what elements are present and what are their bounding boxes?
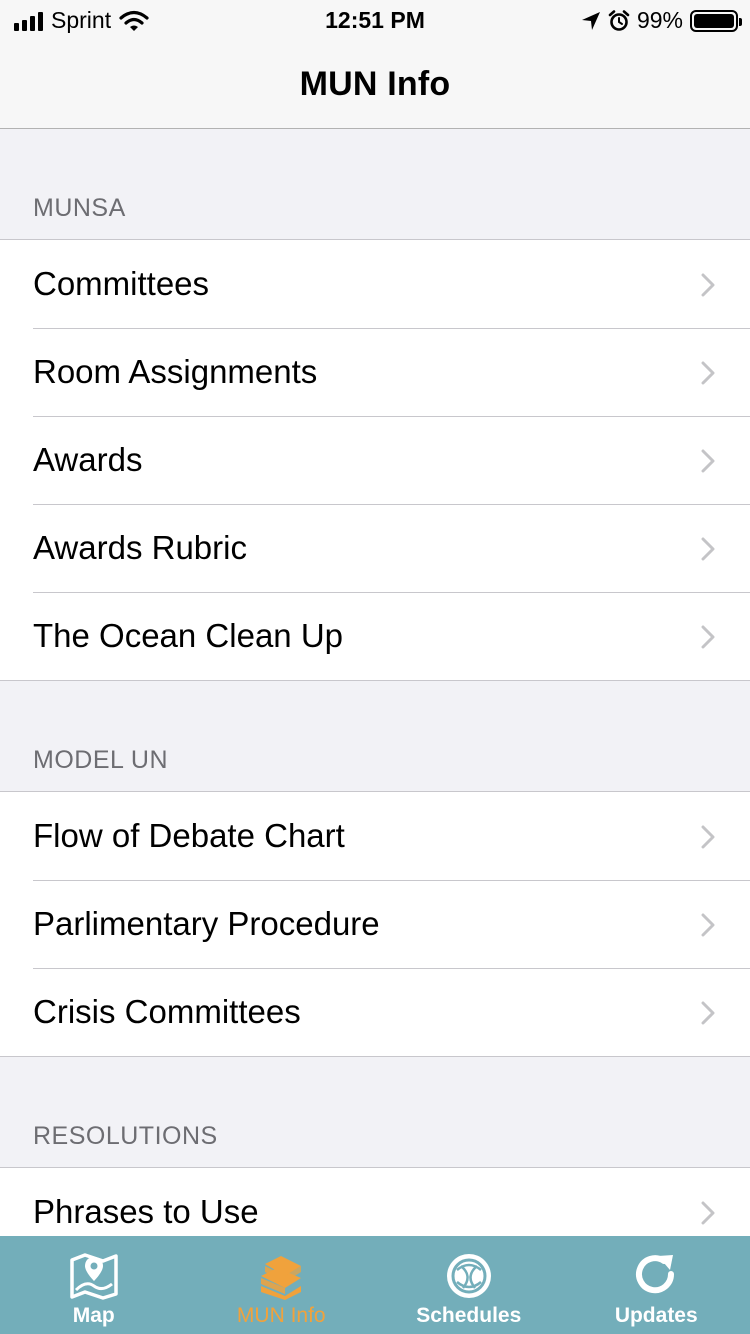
chevron-right-icon: [701, 1201, 715, 1225]
list-item-phrases-to-use[interactable]: Phrases to Use: [0, 1168, 750, 1236]
section-header-model-un: MODEL UN: [33, 746, 169, 774]
list-item-label: Phrases to Use: [33, 1193, 259, 1230]
chevron-right-icon: [701, 273, 715, 297]
tab-label: Map: [72, 1304, 115, 1327]
screen: Sprint 12:51 PM 99% MUN Info MUNSA Commi…: [0, 0, 750, 1334]
tab-updates[interactable]: Updates: [563, 1236, 750, 1334]
list-item-crisis-committees[interactable]: Crisis Committees: [0, 968, 750, 1056]
globe-emblem-icon: [446, 1254, 491, 1298]
section-header-resolutions: RESOLUTIONS: [33, 1122, 218, 1150]
list-item-parliamentary-procedure[interactable]: Parlimentary Procedure: [0, 880, 750, 968]
books-icon: [261, 1256, 302, 1300]
list-item-flow-of-debate-chart[interactable]: Flow of Debate Chart: [0, 792, 750, 880]
section-group-munsa: Committees Room Assignments Awards Award…: [0, 239, 750, 681]
navigation-bar: MUN Info: [0, 40, 750, 129]
list-item-label: Committees: [33, 265, 210, 302]
section-header-munsa: MUNSA: [33, 194, 126, 222]
list-item-awards[interactable]: Awards: [0, 416, 750, 504]
status-right: 99%: [581, 7, 742, 34]
list-item-ocean-clean-up[interactable]: The Ocean Clean Up: [0, 592, 750, 680]
page-title: MUN Info: [299, 64, 451, 103]
chevron-right-icon: [701, 449, 715, 473]
tab-bar: Map MUN Info Schedules Updates: [0, 1236, 750, 1334]
info-list[interactable]: MUNSA Committees Room Assignments Awards…: [0, 129, 750, 1236]
section-group-model-un: Flow of Debate Chart Parlimentary Proced…: [0, 791, 750, 1057]
tab-schedules[interactable]: Schedules: [375, 1236, 563, 1334]
list-item-label: Awards: [33, 441, 143, 478]
map-icon: [70, 1253, 118, 1300]
chevron-right-icon: [701, 625, 715, 649]
chevron-right-icon: [701, 1001, 715, 1025]
list-item-label: Parlimentary Procedure: [33, 905, 380, 942]
tab-label: Schedules: [416, 1304, 522, 1327]
alarm-icon: [608, 9, 630, 31]
list-item-committees[interactable]: Committees: [0, 240, 750, 328]
battery-icon: [690, 9, 742, 32]
location-arrow-icon: [581, 11, 600, 30]
list-item-label: The Ocean Clean Up: [33, 617, 344, 654]
tab-label: MUN Info: [236, 1304, 326, 1327]
list-item-awards-rubric[interactable]: Awards Rubric: [0, 504, 750, 592]
tab-label: Updates: [614, 1304, 698, 1327]
tab-map[interactable]: Map: [0, 1236, 188, 1334]
battery-percent: 99%: [636, 7, 683, 33]
tab-mun-info[interactable]: MUN Info: [188, 1236, 376, 1334]
status-bar: Sprint 12:51 PM 99%: [0, 0, 750, 40]
chevron-right-icon: [701, 913, 715, 937]
chevron-right-icon: [701, 361, 715, 385]
list-item-label: Crisis Committees: [33, 993, 301, 1030]
chevron-right-icon: [701, 825, 715, 849]
chevron-right-icon: [701, 537, 715, 561]
refresh-icon: [636, 1255, 675, 1294]
list-item-label: Flow of Debate Chart: [33, 817, 345, 854]
list-item-label: Awards Rubric: [33, 529, 247, 566]
list-item-label: Room Assignments: [33, 353, 318, 390]
list-item-room-assignments[interactable]: Room Assignments: [0, 328, 750, 416]
section-group-resolutions: Phrases to Use: [0, 1167, 750, 1236]
